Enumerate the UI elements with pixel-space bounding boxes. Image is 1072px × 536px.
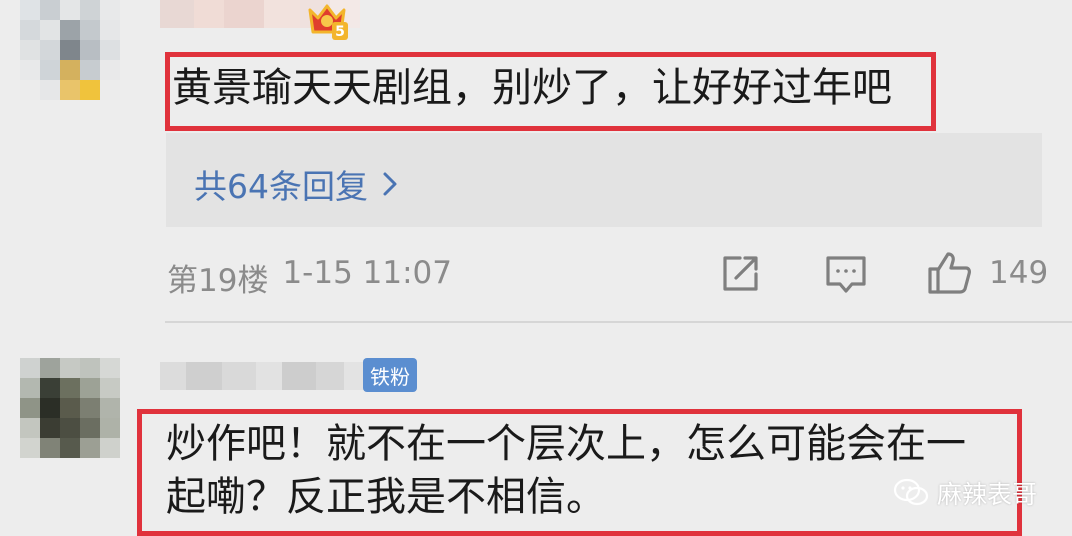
chevron-right-icon: [383, 172, 397, 196]
fan-badge: 铁粉: [363, 358, 417, 392]
watermark: 麻辣表哥: [893, 475, 1037, 511]
username-blurred[interactable]: [160, 362, 364, 390]
like-count: 149: [989, 255, 1049, 291]
comment-text: 炒作吧！就不在一个层次上，怎么可能会在一 起嘞？反正我是不相信。: [166, 418, 966, 524]
watermark-text: 麻辣表哥: [937, 480, 1038, 509]
wechat-icon: [893, 478, 929, 506]
timestamp: 1-15 11:07: [282, 255, 452, 291]
view-replies-link[interactable]: 共64条回复: [194, 160, 398, 208]
avatar[interactable]: [20, 0, 120, 100]
comment-icon[interactable]: [824, 254, 868, 296]
share-icon[interactable]: [720, 254, 760, 294]
avatar[interactable]: [20, 358, 120, 458]
like-thumb-icon[interactable]: [926, 250, 972, 296]
comment-line: 炒作吧！就不在一个层次上，怎么可能会在一: [166, 421, 966, 467]
vip-crown-icon: 5: [308, 4, 348, 40]
divider: [165, 321, 1072, 323]
svg-text:5: 5: [335, 24, 345, 40]
view-replies-label[interactable]: 共64条回复: [194, 160, 368, 208]
comment-meta: 第19楼 1-15 11:07: [167, 255, 452, 300]
comment-line: 起嘞？反正我是不相信。: [166, 473, 606, 520]
floor-number: 第19楼: [167, 263, 269, 299]
comment-text: 黄景瑜天天剧组，别炒了，让好好过年吧: [172, 65, 892, 111]
